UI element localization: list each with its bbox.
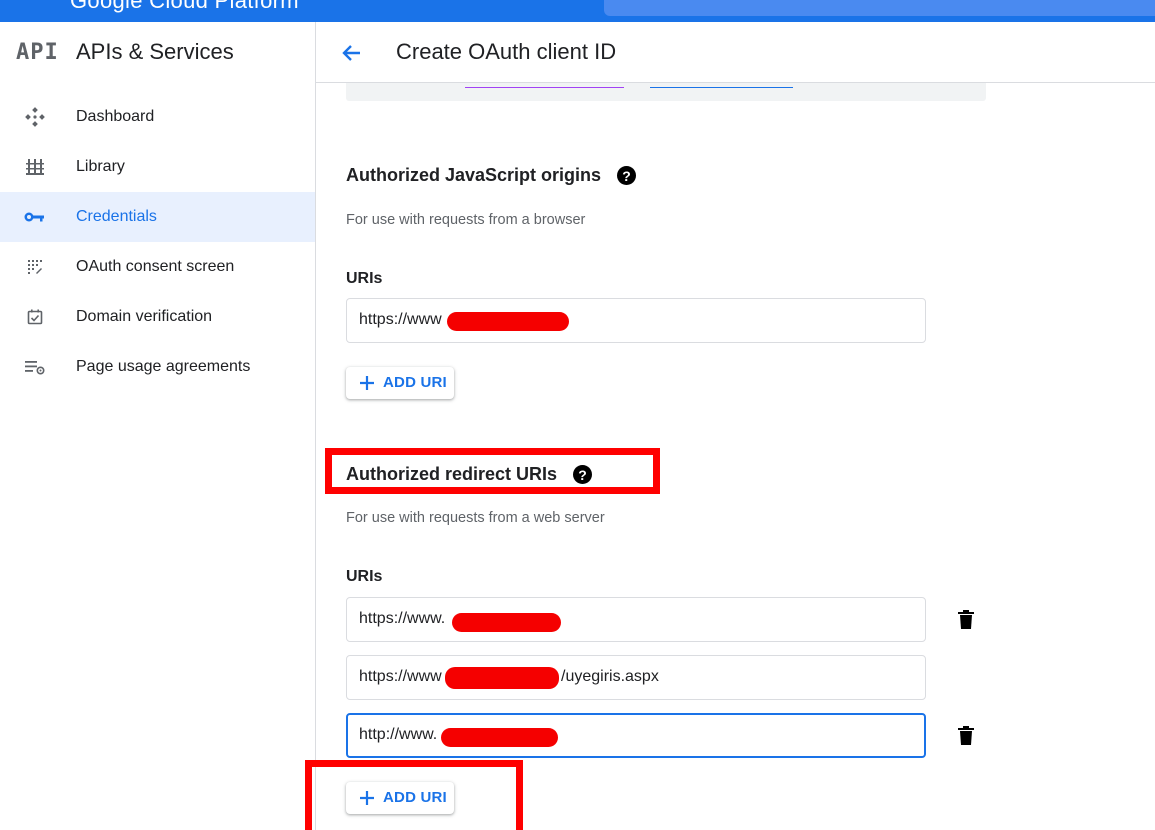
- uri-value: https://www.: [359, 610, 446, 627]
- redirect-uri-input-1[interactable]: https://www.: [346, 597, 926, 642]
- sidebar-item-label: Credentials: [76, 208, 157, 225]
- api-logo: API: [16, 40, 59, 65]
- sidebar-item-oauth-consent[interactable]: OAuth consent screen: [0, 242, 315, 292]
- sidebar-item-library[interactable]: Library: [0, 142, 315, 192]
- plus-icon: [360, 376, 374, 390]
- sidebar-item-domain-verification[interactable]: Domain verification: [0, 292, 315, 342]
- uri-value: https://www: [359, 668, 442, 685]
- redirect-uris-label: URIs: [346, 568, 383, 585]
- arrow-back-icon: [342, 45, 360, 61]
- js-origins-description: For use with requests from a browser: [346, 212, 586, 228]
- sidebar-nav: Dashboard Library Credentials OAuth cons…: [0, 92, 315, 392]
- info-link-underline[interactable]: [650, 87, 793, 88]
- annotation-frame-redirect-title: [325, 448, 660, 494]
- sidebar-title: APIs & Services: [76, 39, 234, 64]
- redirect-uri-input-3[interactable]: http://www.: [346, 713, 926, 758]
- sidebar-item-label: Library: [76, 158, 125, 175]
- settings-list-icon: [24, 357, 46, 377]
- sidebar-item-label: Domain verification: [76, 308, 213, 325]
- delete-uri-1-button[interactable]: [957, 610, 975, 630]
- sidebar-item-label: Page usage agreements: [76, 358, 251, 375]
- checkbox-icon: [24, 307, 46, 327]
- page-header: Create OAuth client ID: [316, 22, 1155, 83]
- search-bar[interactable]: [604, 0, 1155, 16]
- redirect-uris-description: For use with requests from a web server: [346, 510, 605, 526]
- info-box: [346, 83, 986, 101]
- annotation-frame-add-uri: [305, 760, 523, 830]
- sidebar-header: API APIs & Services: [0, 22, 315, 82]
- info-link-underline[interactable]: [465, 87, 624, 88]
- sidebar-item-label: Dashboard: [76, 108, 155, 125]
- brand-title[interactable]: Google Cloud Platform: [70, 0, 299, 14]
- redaction-mark: [452, 613, 561, 632]
- sidebar-item-page-usage[interactable]: Page usage agreements: [0, 342, 315, 392]
- sidebar-item-label: OAuth consent screen: [76, 258, 235, 275]
- js-origins-title: Authorized JavaScript origins ?: [346, 165, 637, 186]
- top-app-bar: Google Cloud Platform: [0, 0, 1155, 22]
- sidebar-item-credentials[interactable]: Credentials: [0, 192, 315, 242]
- page-title: Create OAuth client ID: [396, 39, 617, 64]
- js-origins-uris-label: URIs: [346, 270, 383, 287]
- consent-grid-icon: [24, 257, 46, 277]
- trash-icon: [958, 726, 974, 745]
- redirect-uri-input-2[interactable]: https://www /uyegiris.aspx: [346, 655, 926, 700]
- uri-value: https://www: [359, 311, 442, 328]
- help-icon[interactable]: ?: [617, 166, 637, 185]
- sidebar: API APIs & Services Dashboard Library Cr…: [0, 22, 316, 830]
- uri-value: http://www.: [359, 726, 438, 743]
- section-title-text: Authorized JavaScript origins: [346, 165, 602, 185]
- dashboard-icon: [24, 107, 46, 127]
- redaction-mark: [445, 667, 559, 689]
- uri-suffix: /uyegiris.aspx: [561, 668, 659, 685]
- redaction-mark: [441, 728, 558, 747]
- delete-uri-3-button[interactable]: [957, 726, 975, 746]
- js-origin-uri-input[interactable]: https://www: [346, 298, 926, 343]
- redaction-mark: [447, 312, 569, 331]
- key-icon: [24, 207, 46, 227]
- add-js-origin-button[interactable]: ADD URI: [346, 367, 454, 399]
- add-uri-label: ADD URI: [383, 374, 447, 391]
- back-button[interactable]: [338, 39, 366, 67]
- trash-icon: [958, 610, 974, 629]
- library-icon: [24, 157, 46, 177]
- sidebar-item-dashboard[interactable]: Dashboard: [0, 92, 315, 142]
